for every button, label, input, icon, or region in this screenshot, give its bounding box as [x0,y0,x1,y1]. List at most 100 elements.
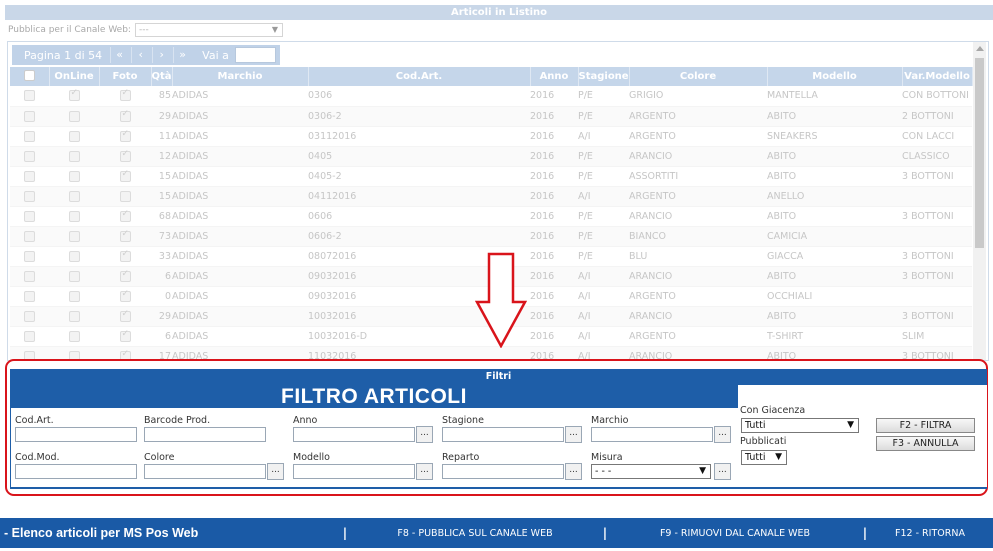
row-select-checkbox-box[interactable] [24,230,35,242]
row-select-checkbox[interactable] [10,166,49,187]
foto-checkbox[interactable] [99,306,151,327]
online-checkbox[interactable] [49,126,99,147]
filtra-button[interactable]: F2 - FILTRA [876,418,975,433]
last-page-button[interactable]: » [173,47,191,63]
row-select-checkbox[interactable] [10,326,49,347]
online-checkbox[interactable] [49,206,99,227]
foto-checkbox-box[interactable] [119,289,131,302]
online-checkbox-box[interactable] [68,290,80,302]
marchio-input[interactable] [591,427,713,442]
rimuovi-button[interactable]: F9 - RIMUOVI DAL CANALE WEB [610,528,860,539]
colore-lookup-button[interactable]: ... [267,463,284,480]
table-row[interactable]: 15ADIDAS0405-22016P/EASSORTITIABITO3 BOT… [10,166,972,187]
online-checkbox-box[interactable] [68,230,80,242]
column-header[interactable]: Stagione [578,67,630,86]
goto-page-input[interactable] [234,47,276,63]
row-select-checkbox-box[interactable] [24,90,35,102]
canale-select[interactable]: --- ▼ [134,23,283,37]
online-checkbox[interactable] [49,326,99,347]
row-select-checkbox-box[interactable] [24,170,35,182]
column-header[interactable]: Qtà [151,67,173,86]
row-select-checkbox-box[interactable] [24,190,35,202]
online-checkbox[interactable] [49,186,99,207]
foto-checkbox[interactable] [99,266,151,287]
select-all-header[interactable] [10,67,50,86]
row-select-checkbox[interactable] [10,86,49,107]
cod-mod-input[interactable] [15,464,137,479]
foto-checkbox[interactable] [99,106,151,127]
next-page-button[interactable]: › [152,47,170,63]
online-checkbox-box[interactable] [68,88,80,102]
foto-checkbox[interactable] [99,226,151,247]
foto-checkbox-box[interactable] [119,190,131,202]
table-row[interactable]: 68ADIDAS06062016P/EARANCIOABITO3 BOTTONI [10,206,972,227]
online-checkbox[interactable] [49,166,99,187]
table-row[interactable]: 11ADIDAS031120162016A/IARGENTOSNEAKERSCO… [10,126,972,147]
foto-checkbox-box[interactable] [119,229,131,242]
stagione-lookup-button[interactable]: ... [565,426,582,443]
pubblicati-select[interactable]: Tutti ▼ [741,450,787,465]
row-select-checkbox-box[interactable] [24,310,35,322]
ritorna-button[interactable]: F12 - RITORNA [870,528,990,539]
select-all-checkbox[interactable] [23,69,35,81]
row-select-checkbox-box[interactable] [24,110,35,122]
row-select-checkbox-box[interactable] [24,330,35,342]
table-row[interactable]: 85ADIDAS03062016P/EGRIGIOMANTELLACON BOT… [10,86,972,107]
foto-checkbox[interactable] [99,186,151,207]
table-row[interactable]: 29ADIDAS0306-22016P/EARGENTOABITO2 BOTTO… [10,106,972,127]
column-header[interactable]: Cod.Art. [308,67,531,86]
foto-checkbox-box[interactable] [119,129,131,142]
pubblica-button[interactable]: F8 - PUBBLICA SUL CANALE WEB [350,528,600,539]
online-checkbox-box[interactable] [68,190,80,202]
row-select-checkbox-box[interactable] [24,290,35,302]
foto-checkbox[interactable] [99,286,151,307]
modello-input[interactable] [293,464,415,479]
online-checkbox-box[interactable] [68,130,80,142]
row-select-checkbox[interactable] [10,226,49,247]
foto-checkbox-box[interactable] [119,169,131,182]
row-select-checkbox[interactable] [10,126,49,147]
foto-checkbox-box[interactable] [119,88,131,102]
foto-checkbox-box[interactable] [119,249,131,262]
row-select-checkbox[interactable] [10,306,49,327]
cod-art-input[interactable] [15,427,137,442]
foto-checkbox[interactable] [99,86,151,107]
anno-lookup-button[interactable]: ... [416,426,433,443]
online-checkbox-box[interactable] [68,250,80,262]
barcode-input[interactable] [144,427,266,442]
table-row[interactable]: 12ADIDAS04052016P/EARANCIOABITOCLASSICO [10,146,972,167]
row-select-checkbox-box[interactable] [24,270,35,282]
scrollbar-thumb[interactable] [975,58,984,248]
row-select-checkbox-box[interactable] [24,130,35,142]
row-select-checkbox[interactable] [10,146,49,167]
prev-page-button[interactable]: ‹ [131,47,149,63]
first-page-button[interactable]: « [110,47,128,63]
foto-checkbox-box[interactable] [119,329,131,342]
misura-lookup-button[interactable]: ... [714,463,731,480]
row-select-checkbox[interactable] [10,106,49,127]
row-select-checkbox-box[interactable] [24,210,35,222]
marchio-lookup-button[interactable]: ... [714,426,731,443]
foto-checkbox[interactable] [99,146,151,167]
modello-lookup-button[interactable]: ... [416,463,433,480]
online-checkbox[interactable] [49,146,99,167]
online-checkbox[interactable] [49,226,99,247]
column-header[interactable]: Anno [530,67,579,86]
scroll-up-icon[interactable] [976,46,984,51]
table-row[interactable]: 73ADIDAS0606-22016P/EBIANCOCAMICIA [10,226,972,247]
foto-checkbox-box[interactable] [119,309,131,322]
foto-checkbox-box[interactable] [119,209,131,222]
row-select-checkbox-box[interactable] [24,250,35,262]
anno-input[interactable] [293,427,415,442]
row-select-checkbox[interactable] [10,246,49,267]
misura-select[interactable]: - - - ▼ [591,464,711,479]
row-select-checkbox[interactable] [10,186,49,207]
column-header[interactable]: Foto [99,67,152,86]
online-checkbox[interactable] [49,106,99,127]
foto-checkbox-box[interactable] [119,149,131,162]
online-checkbox-box[interactable] [68,150,80,162]
online-checkbox[interactable] [49,286,99,307]
row-select-checkbox[interactable] [10,266,49,287]
online-checkbox-box[interactable] [68,270,80,282]
online-checkbox-box[interactable] [68,310,80,322]
